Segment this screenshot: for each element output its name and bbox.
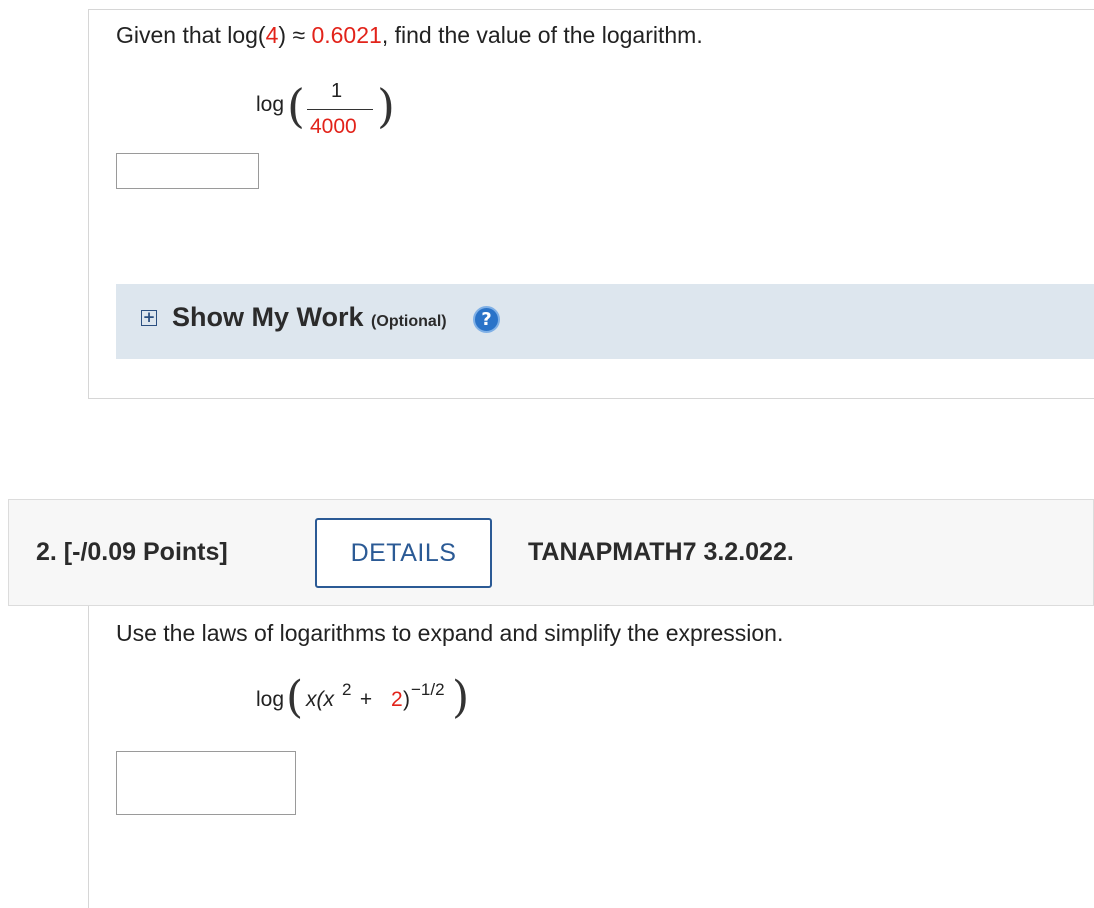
q1-log-label: log: [256, 93, 285, 116]
q1-given-value: 0.6021: [311, 22, 382, 48]
q1-left-border: [88, 9, 89, 399]
details-button[interactable]: DETAILS: [315, 518, 492, 588]
optional-label: (Optional): [371, 313, 447, 330]
q2-prompt: Use the laws of logarithms to expand and…: [116, 620, 784, 646]
q1-top-border: [88, 9, 1094, 10]
q1-fraction-bar: [307, 109, 373, 110]
q1-numerator: 1: [331, 80, 343, 102]
q1-prompt-mid: ) ≈: [278, 22, 312, 48]
q2-left-paren: (: [286, 672, 304, 723]
q1-prompt-suffix: , find the value of the logarithm.: [381, 22, 703, 48]
q1-denominator: 4000: [310, 115, 357, 138]
q2-answer-input[interactable]: [116, 751, 296, 815]
q2-problem-code: TANAPMATH7 3.2.022.: [528, 538, 794, 566]
show-my-work-label: Show My Work: [172, 302, 364, 332]
q2-expr-const: 2: [391, 688, 403, 711]
expand-plus-icon[interactable]: +: [141, 310, 157, 326]
q2-right-paren: ): [452, 672, 470, 723]
q2-left-border: [88, 606, 89, 908]
help-question-icon[interactable]: ?: [473, 306, 500, 333]
q1-bottom-border: [88, 398, 1094, 399]
q2-expression: log ( x(x 2 + 2 ) −1/2 ): [256, 672, 526, 725]
q1-prompt-prefix: Given that log(: [116, 22, 266, 48]
q2-number-points: 2. [-/0.09 Points]: [36, 538, 228, 566]
q2-expr-outer-exp: −1/2: [411, 680, 445, 699]
q1-answer-input[interactable]: [116, 153, 259, 189]
q1-left-paren: (: [287, 79, 305, 133]
q2-expr-close: ): [403, 688, 410, 711]
q2-log-label: log: [256, 688, 285, 711]
q1-given-arg: 4: [265, 22, 279, 48]
show-my-work-title[interactable]: Show My Work (Optional): [172, 302, 447, 333]
q2-expr-x: x(x: [306, 688, 334, 711]
q2-expr-plus: +: [354, 688, 378, 711]
q1-prompt: Given that log(4) ≈ 0.6021, find the val…: [116, 22, 703, 49]
q1-right-paren: ): [377, 79, 395, 133]
q2-expr-exp2: 2: [342, 680, 352, 699]
q1-expression: log ( 1 4000 ): [256, 79, 406, 140]
